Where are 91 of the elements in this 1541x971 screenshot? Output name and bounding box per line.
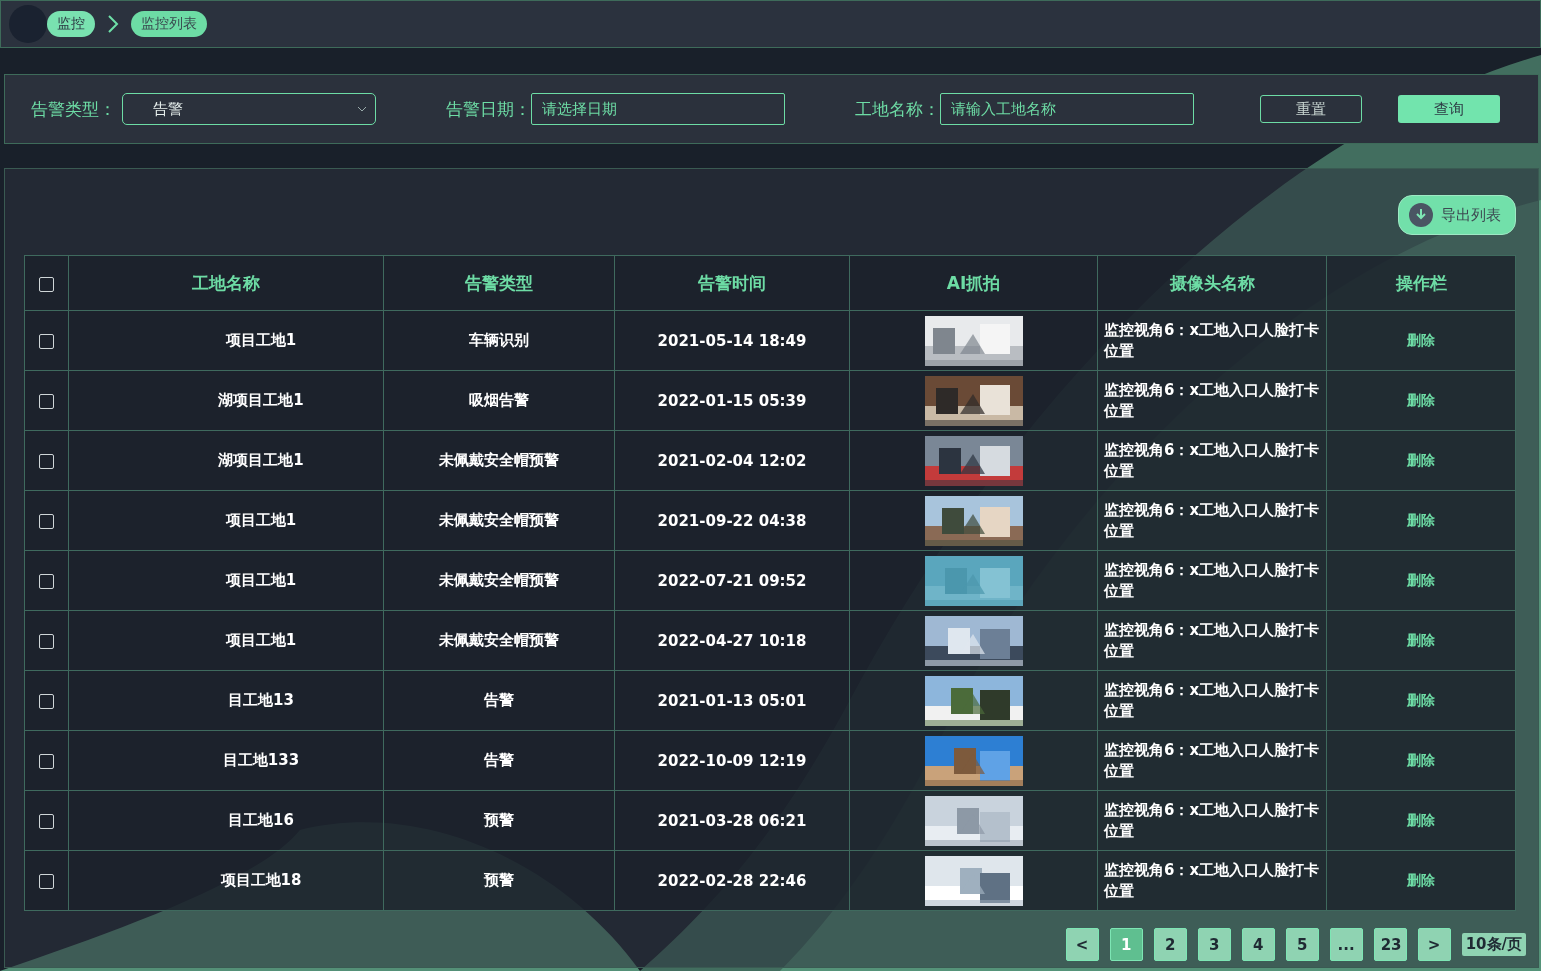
previous-page-button[interactable]: < bbox=[1065, 928, 1099, 961]
page-button[interactable]: ... bbox=[1329, 928, 1363, 961]
table-cell-text: 湖项目工地1 bbox=[217, 391, 304, 409]
delete-link[interactable]: 删除 bbox=[1407, 392, 1435, 408]
date-field[interactable]: 请选择日期 bbox=[531, 93, 785, 125]
table-cell: 预警 bbox=[484, 871, 514, 889]
row-checkbox[interactable] bbox=[39, 693, 54, 709]
row-checkbox[interactable] bbox=[39, 573, 54, 589]
table-cell-text: 项目工地1 bbox=[224, 631, 297, 649]
table-cell: 预警 bbox=[484, 811, 514, 829]
table-cell: 未佩戴安全帽预警 bbox=[439, 511, 559, 529]
table-cell-text: 监控视角6：x工地入口人脸打卡位置 bbox=[1104, 499, 1321, 542]
table-cell-text: 监控视角6：x工地入口人脸打卡位置 bbox=[1104, 619, 1321, 662]
table-cell: 2021-05-14 18:49 bbox=[657, 331, 807, 350]
column-header: 告警类型 bbox=[465, 272, 533, 293]
table-cell-text: 监控视角6：x工地入口人脸打卡位置 bbox=[1104, 319, 1321, 362]
row-checkbox[interactable] bbox=[39, 813, 54, 829]
table-cell: 2021-09-22 04:38 bbox=[657, 511, 807, 530]
page-button[interactable]: 3 bbox=[1197, 928, 1231, 961]
table-cell: 2022-02-28 22:46 bbox=[657, 871, 807, 890]
column-header: 摄像头名称 bbox=[1169, 272, 1255, 293]
table-cell-text: 监控视角6：x工地入口人脸打卡位置 bbox=[1104, 859, 1321, 902]
page-button[interactable]: 4 bbox=[1241, 928, 1275, 961]
delete-link[interactable]: 删除 bbox=[1407, 332, 1435, 348]
cloud-download-icon bbox=[1409, 203, 1433, 227]
table-cell: 告警 bbox=[484, 751, 514, 769]
table-cell-text: 项目工地1 bbox=[224, 511, 297, 529]
table-cell: 2022-04-27 10:18 bbox=[657, 631, 807, 650]
table-cell: 2022-07-21 09:52 bbox=[657, 571, 807, 590]
field-label: 告警类型： bbox=[31, 97, 116, 121]
table-cell-text: 项目工地1 bbox=[224, 331, 297, 349]
table-cell-text: 目工地16 bbox=[227, 811, 294, 829]
field-label: 工地名称： bbox=[855, 97, 940, 121]
row-checkbox[interactable] bbox=[39, 333, 54, 349]
next-page-button[interactable]: > bbox=[1417, 928, 1451, 961]
avatar-icon bbox=[9, 5, 47, 43]
delete-link[interactable]: 删除 bbox=[1407, 632, 1435, 648]
alarm-type-select[interactable]: 告警 bbox=[122, 93, 376, 125]
page-button[interactable]: 23 bbox=[1373, 928, 1407, 961]
delete-link[interactable]: 删除 bbox=[1407, 752, 1435, 768]
table-cell: 告警 bbox=[484, 691, 514, 709]
table-cell: 车辆识别 bbox=[469, 331, 529, 349]
table-cell: 吸烟告警 bbox=[469, 391, 529, 409]
site-name-field[interactable]: 请输入工地名称 bbox=[940, 93, 1194, 125]
row-checkbox[interactable] bbox=[39, 633, 54, 649]
caret-icon bbox=[357, 106, 367, 112]
page-size-label: 10条/页 bbox=[1461, 933, 1526, 956]
table-cell: 2022-01-15 05:39 bbox=[657, 391, 807, 410]
column-header: 操作栏 bbox=[1395, 272, 1447, 293]
table-cell: 2022-10-09 12:19 bbox=[657, 751, 807, 770]
search-button[interactable]: 查询 bbox=[1398, 95, 1500, 123]
delete-link[interactable]: 删除 bbox=[1407, 512, 1435, 528]
delete-link[interactable]: 删除 bbox=[1407, 452, 1435, 468]
page-button[interactable]: 5 bbox=[1285, 928, 1319, 961]
row-checkbox[interactable] bbox=[39, 513, 54, 529]
field-label: 告警日期： bbox=[446, 97, 531, 121]
chevron-right-icon bbox=[107, 14, 119, 34]
row-checkbox[interactable] bbox=[39, 753, 54, 769]
table-cell: 2021-01-13 05:01 bbox=[657, 691, 807, 710]
delete-link[interactable]: 删除 bbox=[1407, 572, 1435, 588]
table-cell-text: 监控视角6：x工地入口人脸打卡位置 bbox=[1104, 559, 1321, 602]
table-cell-text: 目工地133 bbox=[221, 751, 300, 769]
table-cell-text: 监控视角6：x工地入口人脸打卡位置 bbox=[1104, 679, 1321, 722]
reset-button[interactable]: 重置 bbox=[1260, 95, 1362, 123]
table-cell-text: 监控视角6：x工地入口人脸打卡位置 bbox=[1104, 439, 1321, 482]
table-cell: 未佩戴安全帽预警 bbox=[439, 451, 559, 469]
breadcrumb-tab[interactable]: 监控列表 bbox=[131, 11, 207, 37]
row-checkbox[interactable] bbox=[39, 393, 54, 409]
delete-link[interactable]: 删除 bbox=[1407, 692, 1435, 708]
breadcrumb-tab[interactable]: 监控 bbox=[47, 11, 95, 37]
table-cell: 未佩戴安全帽预警 bbox=[439, 631, 559, 649]
table-cell-text: 监控视角6：x工地入口人脸打卡位置 bbox=[1104, 739, 1321, 782]
delete-link[interactable]: 删除 bbox=[1407, 872, 1435, 888]
table-cell-text: 项目工地18 bbox=[219, 871, 302, 889]
table-cell-text: 监控视角6：x工地入口人脸打卡位置 bbox=[1104, 379, 1321, 422]
column-header: 工地名称 bbox=[192, 272, 260, 293]
table-cell: 未佩戴安全帽预警 bbox=[439, 571, 559, 589]
page-button[interactable]: 2 bbox=[1153, 928, 1187, 961]
table-cell-text: 项目工地1 bbox=[224, 571, 297, 589]
table-cell-text: 监控视角6：x工地入口人脸打卡位置 bbox=[1104, 799, 1321, 842]
table-cell: 2021-03-28 06:21 bbox=[657, 811, 807, 830]
row-checkbox[interactable] bbox=[39, 873, 54, 889]
table-cell-text: 湖项目工地1 bbox=[217, 451, 304, 469]
export-button[interactable]: 导出列表 bbox=[1398, 195, 1516, 235]
select-all-checkbox[interactable] bbox=[39, 276, 54, 292]
table-cell: 2021-02-04 12:02 bbox=[657, 451, 807, 470]
column-header: 告警时间 bbox=[698, 272, 766, 293]
table-cell-text: 目工地13 bbox=[227, 691, 294, 709]
row-checkbox[interactable] bbox=[39, 453, 54, 469]
column-header: AI抓拍 bbox=[946, 272, 1001, 293]
delete-link[interactable]: 删除 bbox=[1407, 812, 1435, 828]
